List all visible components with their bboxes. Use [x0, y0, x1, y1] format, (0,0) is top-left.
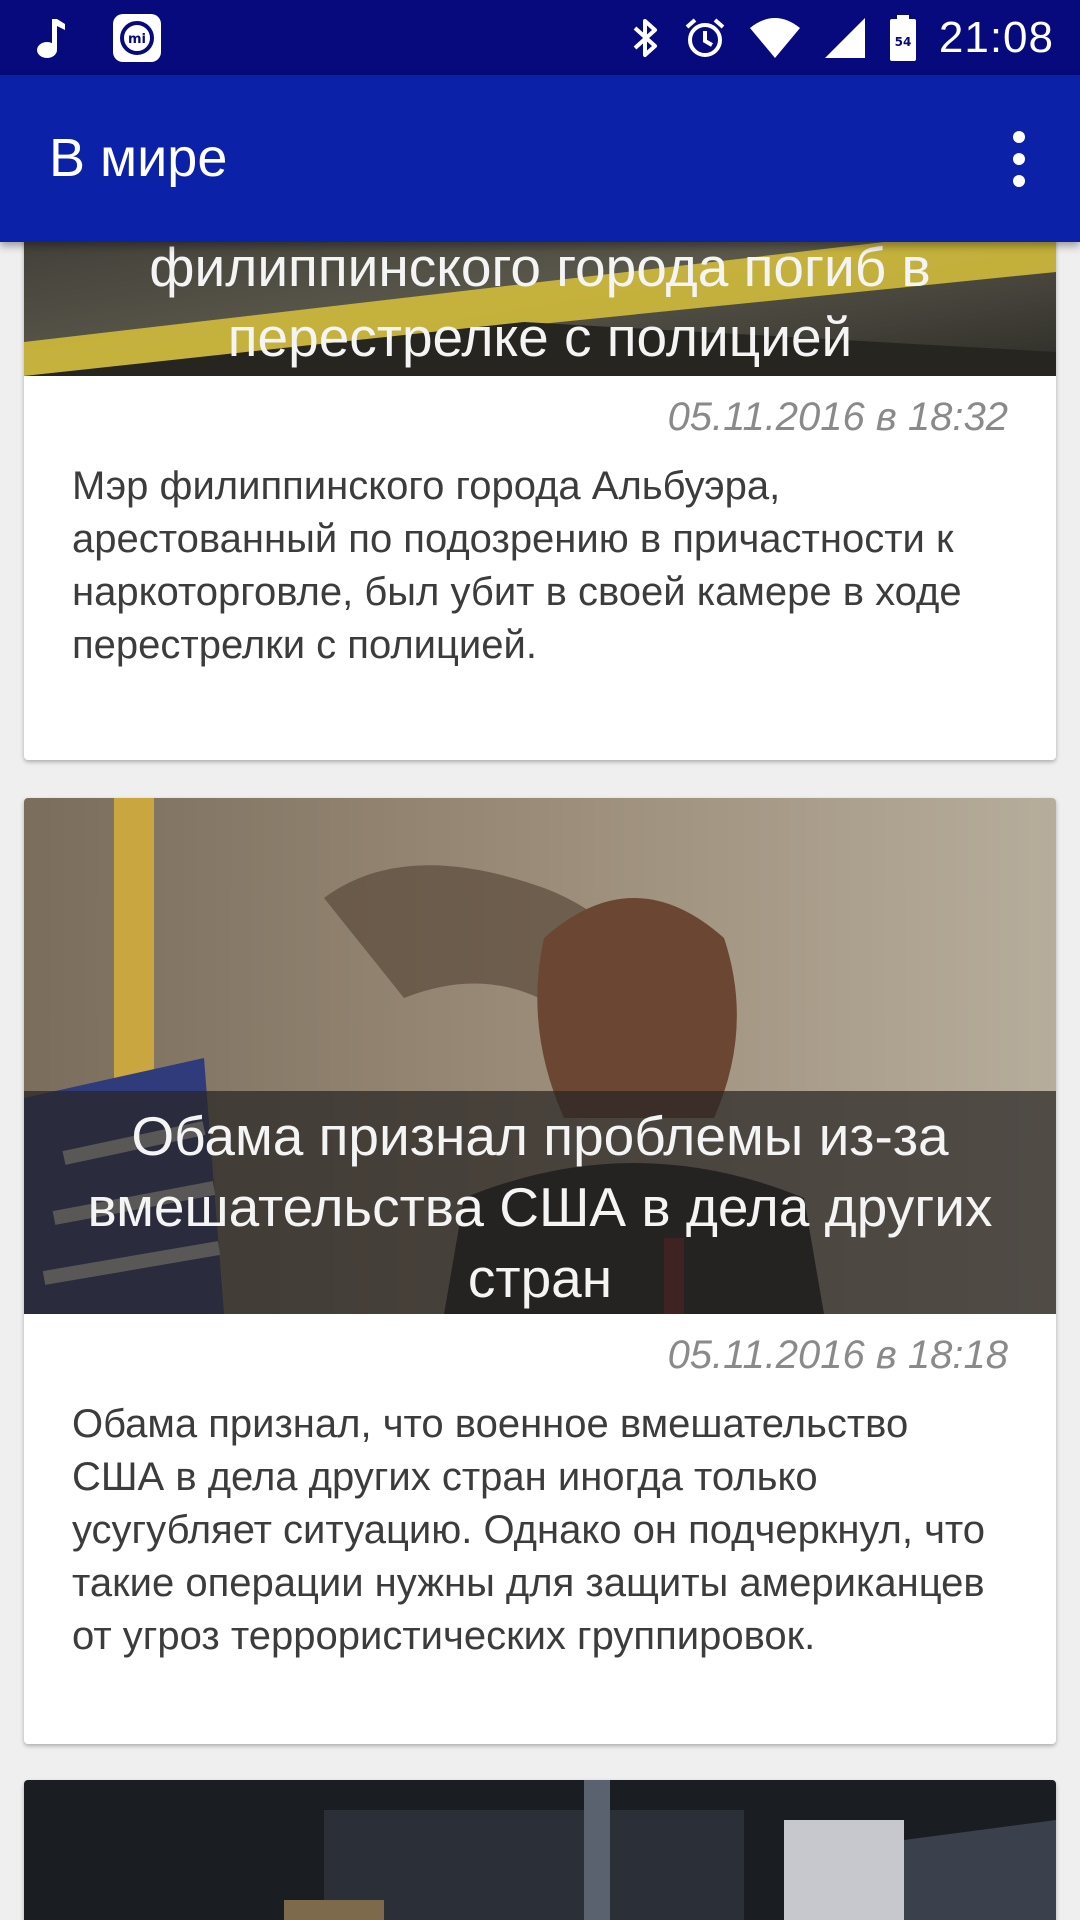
- more-options-button[interactable]: [984, 116, 1054, 202]
- news-image: филиппинского города погиб в перестрелке…: [24, 242, 1056, 376]
- status-bar: mi 54 21:08: [0, 0, 1080, 75]
- news-date: 05.11.2016 в 18:18: [667, 1333, 1008, 1377]
- battery-level: 54: [895, 35, 912, 49]
- status-clock: 21:08: [938, 12, 1054, 62]
- news-image: Обама признал проблемы из-за вмешательст…: [24, 798, 1056, 1314]
- news-date: 05.11.2016 в 18:32: [667, 395, 1008, 439]
- news-card[interactable]: филиппинского города погиб в перестрелке…: [24, 242, 1056, 760]
- bluetooth-icon: [631, 16, 661, 60]
- svg-text:mi: mi: [128, 32, 146, 47]
- mi-app-icon: mi: [112, 13, 162, 63]
- page-title: В мире: [49, 128, 228, 188]
- news-summary: Обама признал, что военное вмешательство…: [72, 1402, 986, 1658]
- more-vert-icon-dot: [1013, 153, 1025, 165]
- app-bar: В мире: [0, 75, 1080, 242]
- alarm-icon: [683, 16, 727, 60]
- news-card[interactable]: Обама признал проблемы из-за вмешательст…: [24, 798, 1056, 1744]
- news-image: [24, 1780, 1056, 1920]
- news-headline: филиппинского города погиб в перестрелке…: [149, 242, 931, 368]
- music-note-icon: [34, 16, 66, 60]
- news-headline: Обама признал проблемы из-за вмешательст…: [24, 1091, 1056, 1314]
- wifi-icon: [749, 16, 801, 60]
- signal-icon: [823, 16, 867, 60]
- battery-icon: 54: [889, 14, 917, 62]
- more-vert-icon: [1013, 131, 1025, 143]
- news-summary: Мэр филиппинского города Альбуэра, арест…: [72, 464, 962, 667]
- more-vert-icon-dot: [1013, 175, 1025, 187]
- news-feed[interactable]: филиппинского города погиб в перестрелке…: [0, 242, 1080, 1920]
- news-card[interactable]: [24, 1780, 1056, 1920]
